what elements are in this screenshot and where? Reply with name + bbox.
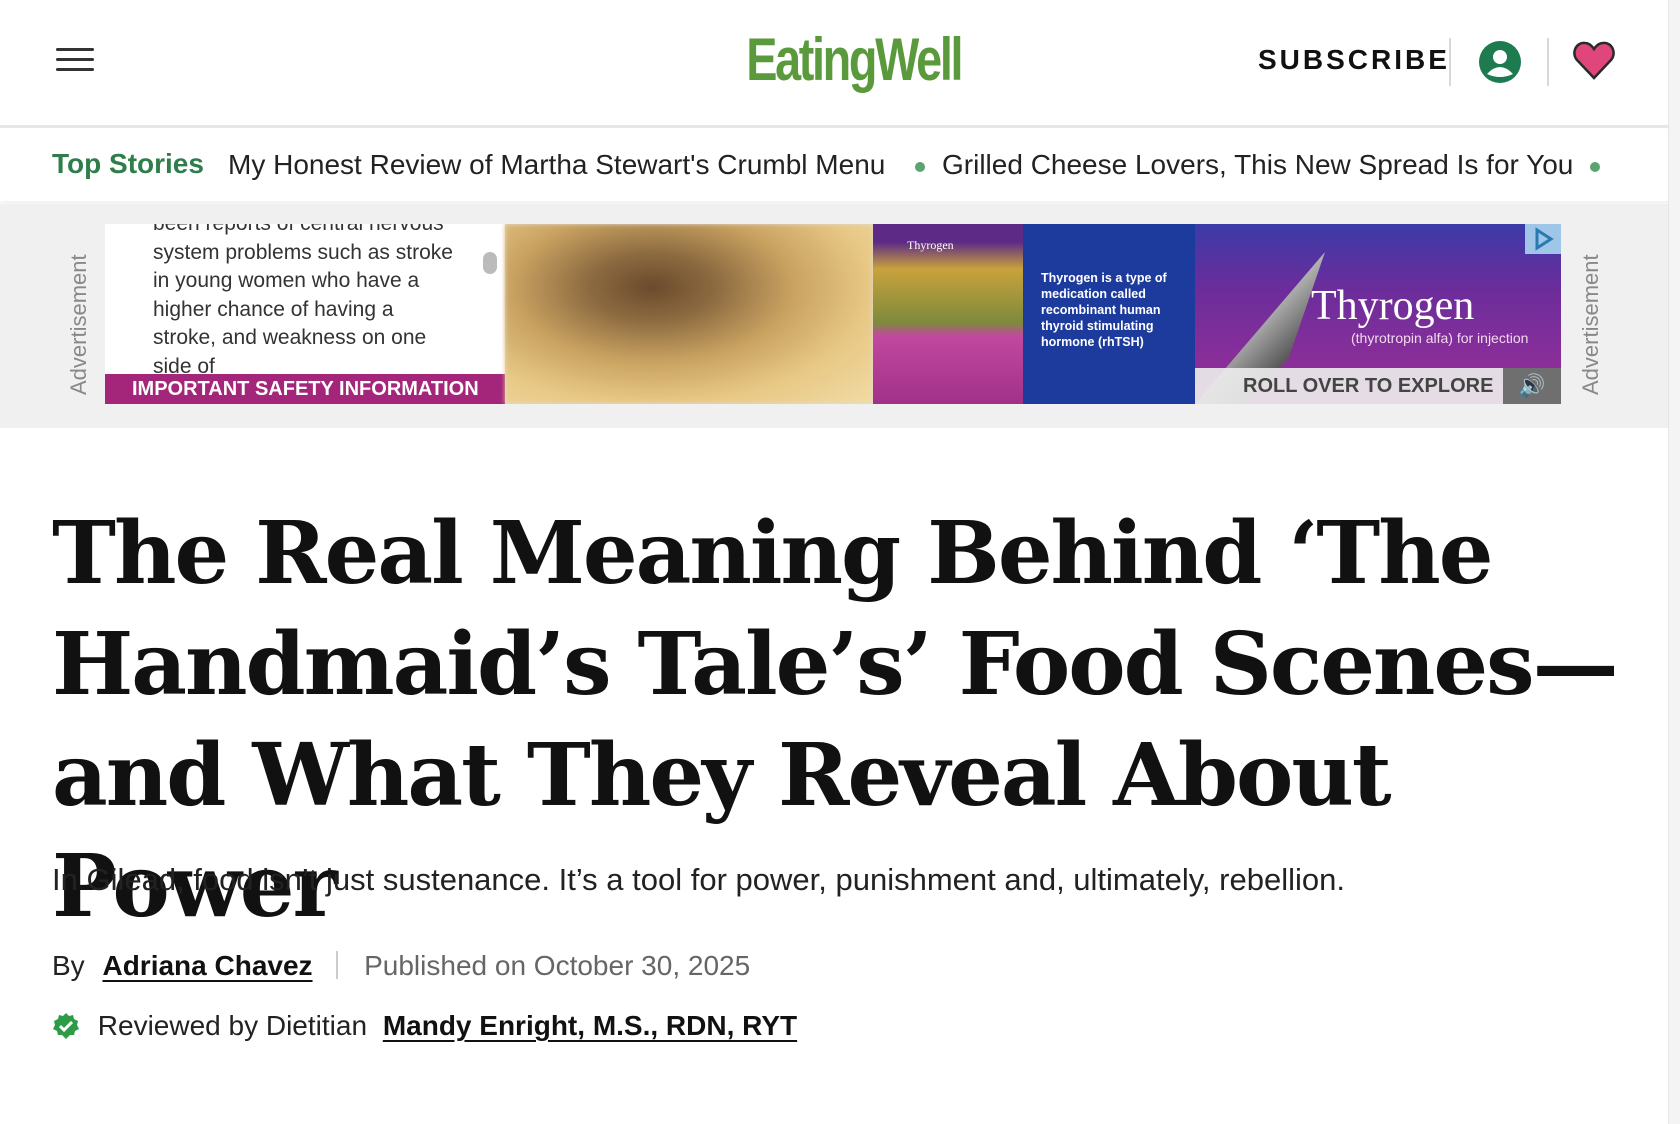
top-story-link[interactable]: Grilled Cheese Lovers, This New Spread I… (942, 149, 1573, 181)
ad-photo (505, 224, 873, 404)
verified-check-icon (52, 1012, 80, 1040)
ad-label-left: Advertisement (66, 254, 91, 395)
header-divider (1449, 38, 1451, 86)
hamburger-menu-icon[interactable] (56, 46, 96, 74)
byline-by-label: By (52, 950, 85, 981)
adchoices-icon[interactable] (1525, 224, 1561, 254)
ad-tile-brand: Thyrogen (907, 238, 954, 252)
story-separator-dot (915, 162, 925, 172)
ad-safety-panel[interactable]: been reports of central nervous system p… (105, 224, 505, 404)
site-logo[interactable]: EatingWell (746, 24, 963, 96)
ad-safety-button[interactable]: IMPORTANT SAFETY INFORMATION (105, 374, 505, 404)
heart-icon[interactable] (1572, 38, 1616, 82)
ad-safety-text: been reports of central nervous system p… (153, 224, 453, 378)
ad-cta-label: ROLL OVER TO EXPLORE (1243, 375, 1494, 397)
review-label: Reviewed by Dietitian (97, 1010, 368, 1041)
author-link[interactable]: Adriana Chavez (102, 950, 312, 982)
top-stories-bar: Top Stories My Honest Review of Martha S… (0, 131, 1680, 201)
ad-scroll-handle[interactable] (483, 252, 497, 274)
speaker-icon[interactable]: 🔊 (1503, 368, 1561, 404)
banner-ad[interactable]: been reports of central nervous system p… (105, 224, 1561, 404)
review-line: Reviewed by Dietitian Mandy Enright, M.S… (52, 1010, 797, 1042)
publish-date: Published on October 30, 2025 (364, 950, 751, 981)
ad-tile-text: Thyrogen is a type of medication called … (1041, 271, 1167, 349)
ad-cta[interactable]: ROLL OVER TO EXPLORE 🔊 (1195, 368, 1561, 404)
account-icon[interactable] (1478, 40, 1522, 84)
article-dek: In Gilead, food isn’t just sustenance. I… (52, 862, 1345, 897)
page-scrollbar[interactable] (1668, 0, 1680, 1124)
site-header: EatingWell SUBSCRIBE (0, 0, 1680, 128)
ad-tile-photo: Thyrogen (873, 224, 1023, 404)
subscribe-button[interactable]: SUBSCRIBE (1258, 44, 1450, 76)
ad-tile-info: Thyrogen is a type of medication called … (1023, 224, 1195, 404)
header-divider (1547, 38, 1549, 86)
byline: By Adriana Chavez Published on October 3… (52, 950, 750, 982)
top-story-link[interactable]: My Honest Review of Martha Stewart's Cru… (228, 149, 885, 181)
top-stories-label: Top Stories (52, 148, 204, 179)
ad-label-right: Advertisement (1578, 254, 1603, 395)
ad-brand-subtitle: (thyrotropin alfa) for injection (1351, 330, 1529, 346)
reviewer-link[interactable]: Mandy Enright, M.S., RDN, RYT (383, 1010, 797, 1042)
ad-brand-logo: Thyrogen (1311, 283, 1475, 329)
story-separator-dot (1590, 162, 1600, 172)
ad-brand-panel[interactable]: Thyrogen (thyrotropin alfa) for injectio… (1195, 224, 1561, 404)
byline-divider (336, 951, 339, 979)
